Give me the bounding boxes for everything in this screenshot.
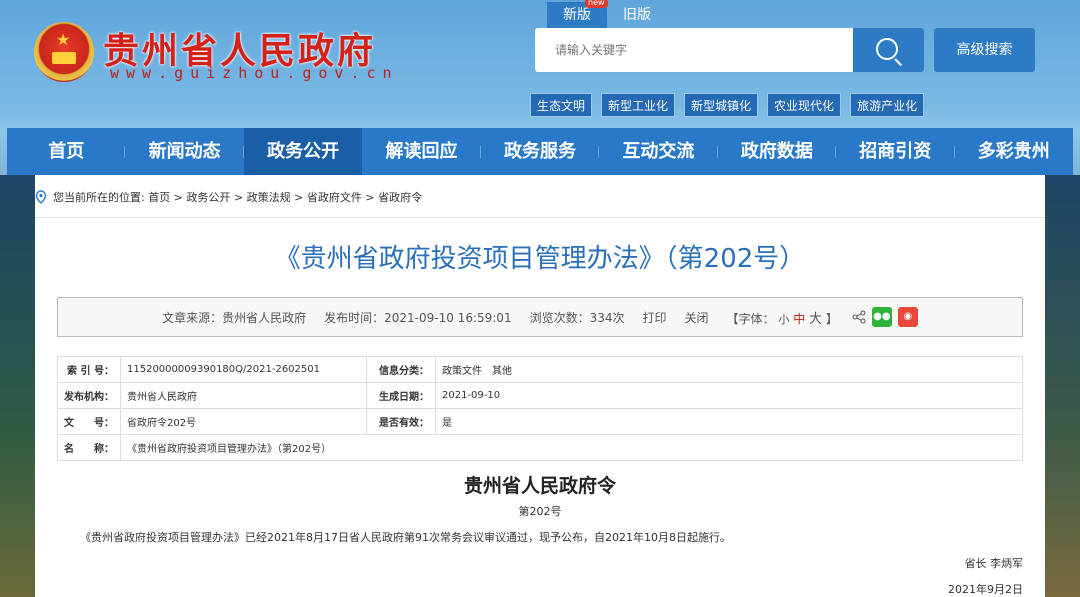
nav-colorful-guizhou[interactable]: 多彩贵州 bbox=[955, 128, 1073, 175]
breadcrumb-gov-affairs[interactable]: 政务公开 bbox=[186, 189, 230, 205]
breadcrumb-docs[interactable]: 省政府文件 bbox=[307, 189, 362, 205]
national-emblem-logo: ★ bbox=[34, 22, 94, 82]
font-small-button[interactable]: 小 bbox=[778, 313, 789, 326]
tag-industrialization[interactable]: 新型工业化 bbox=[601, 93, 676, 117]
tag-ecology[interactable]: 生态文明 bbox=[530, 93, 593, 117]
wechat-share-icon[interactable]: ●● bbox=[871, 307, 892, 327]
breadcrumb-orders[interactable]: 省政府令 bbox=[378, 189, 422, 205]
table-row: 名 称： 《贵州省政府投资项目管理办法》（第202号） bbox=[57, 434, 1023, 461]
nav-interaction[interactable]: 互动交流 bbox=[599, 128, 718, 175]
nav-home[interactable]: 首页 bbox=[7, 128, 126, 175]
site-domain: www.guizhou.gov.cn bbox=[110, 64, 399, 82]
breadcrumb: 您当前所在的位置: 首页 > 政务公开 > 政策法规 > 省政府文件 > 省政府… bbox=[35, 183, 1045, 211]
background-scenery-right bbox=[1045, 175, 1080, 597]
print-link[interactable]: 打印 bbox=[642, 309, 666, 326]
meta-source: 文章来源：贵州省人民政府 bbox=[162, 310, 307, 325]
background-scenery-left bbox=[0, 175, 35, 597]
tab-old-version[interactable]: 旧版 bbox=[607, 2, 667, 28]
tag-urbanization[interactable]: 新型城镇化 bbox=[684, 93, 759, 117]
advanced-search-button[interactable]: 高级搜索 bbox=[934, 28, 1035, 72]
tag-agriculture[interactable]: 农业现代化 bbox=[767, 93, 842, 117]
breadcrumb-home[interactable]: 首页 bbox=[148, 189, 170, 205]
nav-services[interactable]: 政务服务 bbox=[481, 128, 600, 175]
font-large-button[interactable]: 大 bbox=[809, 312, 822, 327]
nav-gov-data[interactable]: 政府数据 bbox=[718, 128, 837, 175]
tag-tourism[interactable]: 旅游产业化 bbox=[850, 93, 925, 117]
font-size-control: 【字体： 小 中 大 】 bbox=[726, 311, 838, 327]
article-meta-bar: 文章来源：贵州省人民政府 发布时间：2021-09-10 16:59:01 浏览… bbox=[57, 297, 1023, 337]
new-badge: new bbox=[585, 0, 608, 8]
weibo-share-icon[interactable]: ◉ bbox=[897, 307, 918, 327]
table-row: 索 引 号： 11520000009390180Q/2021-2602501 信… bbox=[57, 356, 1023, 383]
main-nav: 首页 新闻动态 政务公开 解读回应 政务服务 互动交流 政府数据 招商引资 多彩… bbox=[7, 128, 1073, 175]
article-body: 《贵州省政府投资项目管理办法》已经2021年8月17日省人民政府第91次常务会议… bbox=[80, 531, 731, 544]
info-table: 索 引 号： 11520000009390180Q/2021-2602501 信… bbox=[57, 356, 1023, 461]
search-button[interactable] bbox=[853, 28, 924, 72]
breadcrumb-sep: > bbox=[173, 190, 183, 204]
font-mid-button[interactable]: 中 bbox=[793, 312, 805, 326]
location-pin-icon bbox=[35, 190, 47, 204]
article-title: 《贵州省政府投资项目管理办法》（第202号） bbox=[274, 244, 806, 274]
search-icon bbox=[876, 38, 898, 60]
order-number: 第202号 bbox=[518, 505, 562, 518]
breadcrumb-prefix: 您当前所在的位置: bbox=[53, 191, 145, 204]
meta-views: 浏览次数：334次 bbox=[529, 310, 625, 325]
topic-tags: 生态文明 新型工业化 新型城镇化 农业现代化 旅游产业化 bbox=[530, 93, 925, 117]
table-row: 发布机构： 贵州省人民政府 生成日期： 2021-09-10 bbox=[57, 382, 1023, 409]
breadcrumb-policies[interactable]: 政策法规 bbox=[247, 189, 291, 205]
signer: 省长 李炳军 bbox=[964, 557, 1024, 570]
sign-date: 2021年9月2日 bbox=[948, 583, 1023, 596]
nav-interpretation[interactable]: 解读回应 bbox=[362, 128, 481, 175]
breadcrumb-sep: > bbox=[294, 190, 304, 204]
nav-investment[interactable]: 招商引资 bbox=[836, 128, 955, 175]
table-row: 文 号： 省政府令202号 是否有效： 是 bbox=[57, 408, 1023, 435]
share-icon[interactable] bbox=[852, 310, 866, 324]
nav-gov-affairs[interactable]: 政务公开 bbox=[243, 128, 363, 175]
order-title: 贵州省人民政府令 bbox=[463, 475, 616, 497]
divider bbox=[35, 217, 1045, 218]
close-link[interactable]: 关闭 bbox=[685, 309, 709, 326]
breadcrumb-sep: > bbox=[233, 190, 244, 204]
content-panel: 您当前所在的位置: 首页 > 政务公开 > 政策法规 > 省政府文件 > 省政府… bbox=[35, 175, 1045, 597]
meta-published: 发布时间：2021-09-10 16:59:01 bbox=[324, 310, 512, 325]
nav-news[interactable]: 新闻动态 bbox=[125, 128, 244, 175]
breadcrumb-sep: > bbox=[365, 190, 375, 204]
search-input[interactable] bbox=[535, 28, 853, 72]
